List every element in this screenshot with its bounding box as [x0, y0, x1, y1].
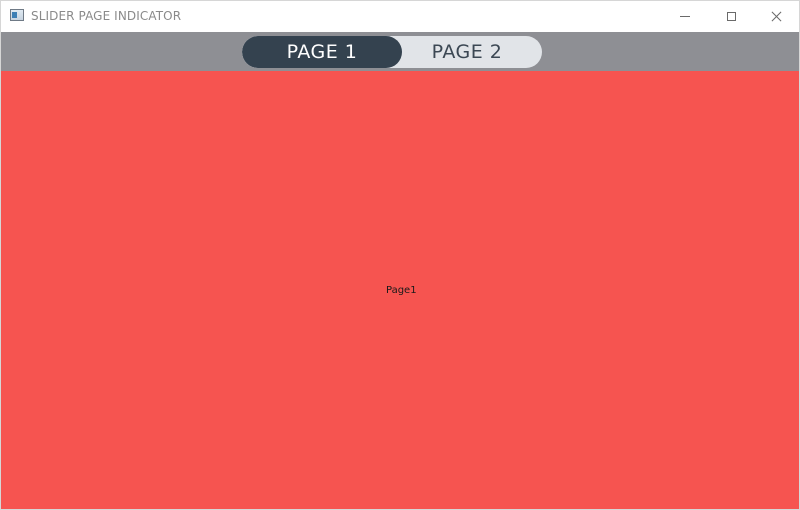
maximize-icon	[726, 12, 736, 21]
app-window: SLIDER PAGE INDICATOR PAGE 2 PAGE 1 Page…	[0, 0, 800, 510]
page-indicator-slider[interactable]: PAGE 2 PAGE 1	[242, 36, 542, 68]
page-2-tab[interactable]: PAGE 2	[392, 36, 542, 68]
minimize-icon	[680, 16, 690, 17]
minimize-button[interactable]	[662, 1, 708, 32]
page-content: Page1	[1, 71, 799, 509]
window-title: SLIDER PAGE INDICATOR	[31, 9, 182, 23]
page-1-tab[interactable]: PAGE 1	[242, 36, 402, 68]
page-indicator-bar: PAGE 2 PAGE 1	[1, 32, 799, 71]
page-label: Page1	[386, 285, 417, 296]
close-icon	[771, 11, 782, 22]
window-app-icon[interactable]	[10, 9, 24, 21]
title-bar[interactable]: SLIDER PAGE INDICATOR	[1, 1, 799, 32]
close-button[interactable]	[753, 1, 799, 32]
maximize-button[interactable]	[708, 1, 754, 32]
